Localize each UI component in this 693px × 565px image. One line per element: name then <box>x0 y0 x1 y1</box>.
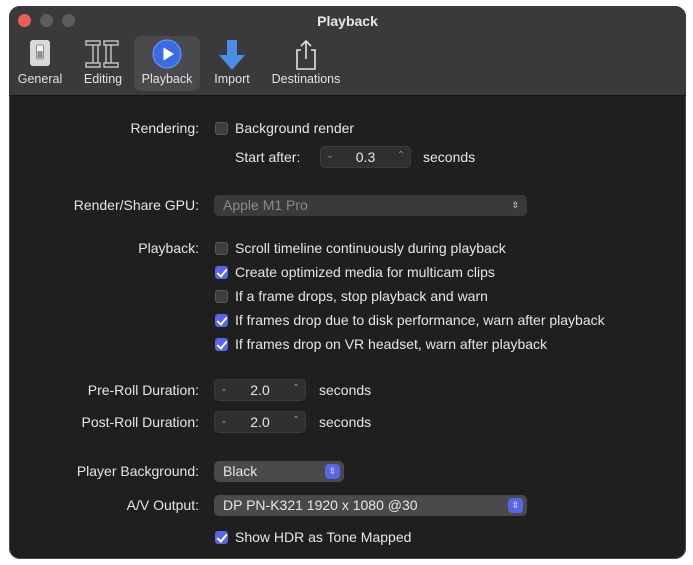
updown-chevron-icon: ⇳ <box>325 464 340 479</box>
disk-performance-warn-checkbox[interactable] <box>215 314 228 327</box>
av-output-value: DP PN-K321 1920 x 1080 @30 <box>223 497 418 513</box>
increment-chevron-icon[interactable]: ⌃ <box>289 382 303 396</box>
playback-settings-pane: Rendering: Background render Start after… <box>9 96 686 559</box>
scroll-timeline-label: Scroll timeline continuously during play… <box>235 240 506 256</box>
scroll-timeline-checkbox[interactable] <box>215 242 228 255</box>
preroll-stepper[interactable]: ⌄ 2.0 ⌃ <box>214 379 306 401</box>
player-background-label: Player Background: <box>76 463 199 479</box>
optimized-media-checkbox[interactable] <box>215 266 228 279</box>
hdr-tone-mapped-label: Show HDR as Tone Mapped <box>235 529 412 545</box>
gpu-label: Render/Share GPU: <box>73 197 199 213</box>
tab-destinations-label: Destinations <box>271 72 341 86</box>
preroll-unit: seconds <box>319 382 372 398</box>
title-toolbar: Playback General Editing Playback Import… <box>9 6 686 96</box>
play-circle-icon <box>152 39 182 69</box>
player-background-value: Black <box>223 463 258 479</box>
tab-general[interactable]: General <box>13 36 67 91</box>
increment-chevron-icon[interactable]: ⌃ <box>394 149 408 163</box>
background-render-label: Background render <box>235 120 355 136</box>
background-render-checkbox[interactable] <box>215 122 228 135</box>
gpu-popup-value: Apple M1 Pro <box>223 197 308 213</box>
hdr-tone-mapped-checkbox[interactable] <box>215 531 228 544</box>
film-strip-icon <box>85 40 119 68</box>
vr-headset-warn-checkbox[interactable] <box>215 338 228 351</box>
rendering-label: Rendering: <box>130 120 200 136</box>
tab-editing[interactable]: Editing <box>79 36 127 91</box>
postroll-unit: seconds <box>319 414 372 430</box>
frame-drop-stop-checkbox[interactable] <box>215 290 228 303</box>
gpu-popup: Apple M1 Pro ⇳ <box>214 195 527 216</box>
playback-label: Playback: <box>138 240 199 256</box>
tab-destinations[interactable]: Destinations <box>267 36 345 91</box>
postroll-stepper[interactable]: ⌄ 2.0 ⌃ <box>214 411 306 433</box>
tab-playback[interactable]: Playback <box>134 36 200 91</box>
share-icon <box>296 39 316 70</box>
general-switch-icon <box>30 40 50 66</box>
player-background-popup[interactable]: Black ⇳ <box>214 461 344 482</box>
increment-chevron-icon[interactable]: ⌃ <box>289 414 303 428</box>
disk-performance-warn-label: If frames drop due to disk performance, … <box>235 312 605 328</box>
window-title: Playback <box>317 13 378 29</box>
frame-drop-stop-label: If a frame drops, stop playback and warn <box>235 288 488 304</box>
tab-editing-label: Editing <box>83 72 123 86</box>
postroll-label: Post-Roll Duration: <box>81 414 200 430</box>
av-output-popup[interactable]: DP PN-K321 1920 x 1080 @30 ⇳ <box>214 495 527 516</box>
tab-import-label: Import <box>214 72 250 86</box>
start-after-stepper[interactable]: ⌄ 0.3 ⌃ <box>320 146 411 168</box>
tab-playback-label: Playback <box>141 72 193 86</box>
start-after-unit: seconds <box>423 149 476 165</box>
av-output-label: A/V Output: <box>126 497 199 513</box>
down-arrow-icon <box>219 40 245 70</box>
updown-chevron-icon: ⇳ <box>511 200 520 210</box>
preferences-window: Playback General Editing Playback Import… <box>9 6 686 559</box>
tab-general-label: General <box>17 72 63 86</box>
optimized-media-label: Create optimized media for multicam clip… <box>235 264 495 280</box>
preroll-label: Pre-Roll Duration: <box>87 382 199 398</box>
tab-import[interactable]: Import <box>206 36 258 91</box>
vr-headset-warn-label: If frames drop on VR headset, warn after… <box>235 336 548 352</box>
start-after-label: Start after: <box>235 149 301 165</box>
updown-chevron-icon: ⇳ <box>508 498 523 513</box>
